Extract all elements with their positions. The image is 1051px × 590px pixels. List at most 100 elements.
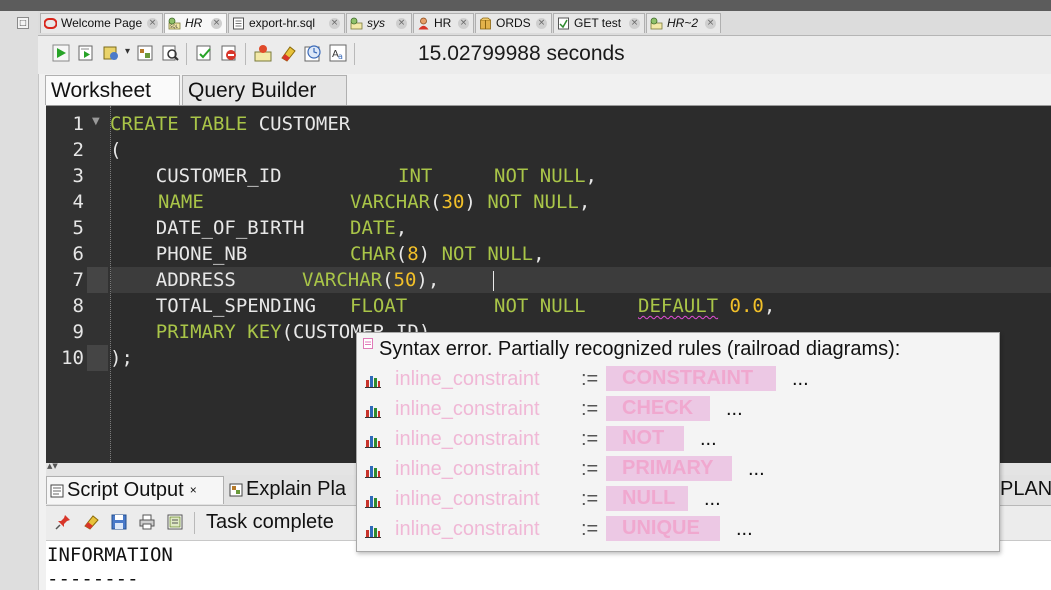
railroad-rule-row[interactable]: inline_constraint:= CONSTRAINT... [357,366,997,394]
sql-connection-icon [650,17,663,30]
railroad-rule-row[interactable]: inline_constraint:= PRIMARY... [357,456,997,484]
sql-tuning-icon[interactable] [161,44,179,62]
worksheet-toolbar: ▾ Aa 15.02799988 seconds [38,36,1051,74]
comma: , [578,191,591,213]
output-line: INFORMATION [47,544,173,566]
oracle-icon [44,18,57,29]
close-tab-icon[interactable]: × [396,18,407,29]
document-tab-bar: Welcome Page × SQL HR × export-hr.sql × … [38,11,1051,36]
number: 8 [407,243,419,265]
history-icon[interactable] [304,44,322,62]
tab-plan[interactable]: PLAN [998,476,1051,504]
tab-label: Script Output [67,479,184,501]
close-tab-icon[interactable]: × [629,18,640,29]
constraint: NOT NULL, [494,163,597,189]
run-script-icon[interactable] [77,44,95,62]
tab-sys[interactable]: sys × [346,13,412,33]
unshared-sql-icon[interactable] [254,44,272,62]
paren: ( [430,191,442,213]
run-statement-icon[interactable] [52,44,70,62]
line-number: 1 [72,113,84,135]
tab-script-output[interactable]: Script Output × [46,476,224,504]
tab-label: Welcome Page [61,16,143,30]
tab-hr[interactable]: SQL HR × [164,13,227,33]
clear-eraser-icon[interactable] [279,44,297,62]
output-file-icon[interactable] [167,514,183,530]
line-number: 7 [72,269,84,291]
tab-hr-2[interactable]: HR~2 × [646,13,721,33]
close-tab-icon[interactable]: × [458,18,469,29]
keyword: CHAR [350,243,396,265]
railroad-rule-row[interactable]: inline_constraint:= CHECK... [357,396,997,424]
keyword: VARCHAR [350,191,431,213]
code-line-2: ( [110,137,121,163]
tab-hr-user[interactable]: HR × [413,13,474,33]
clear-eraser-icon[interactable] [83,514,99,530]
elapsed-time: 15.02799988 seconds [418,42,625,65]
line-number: 6 [72,243,84,265]
column-name: ADDRESS [110,269,236,291]
column-name: CUSTOMER_ID [110,165,282,187]
column-type: DATE, [350,215,407,241]
pin-icon[interactable] [55,514,71,530]
sql-file-icon [233,17,244,30]
tab-label: HR~2 [667,16,699,30]
rollback-icon[interactable] [220,44,238,62]
splitter-arrows-icon[interactable]: ▲▼ [47,463,58,470]
tab-explain-plan[interactable]: Explain Pla [226,476,376,504]
syntax-error-keyword[interactable]: DEFAULT [638,295,718,317]
code-line-6: PHONE_NB [110,241,248,267]
error-note-icon [363,338,373,349]
close-tab-icon[interactable]: × [705,18,716,29]
railroad-rule-row[interactable]: inline_constraint:= UNIQUE... [357,516,997,544]
rule-continuation: ... [736,518,753,540]
commit-icon[interactable] [195,44,213,62]
dropdown-arrow-icon[interactable]: ▾ [125,46,130,57]
number: 0.0 [729,295,764,317]
code-line-1: CREATE TABLE CUSTOMER [110,111,350,137]
tab-query-builder[interactable]: Query Builder [182,75,347,105]
save-icon[interactable] [111,514,127,530]
close-tab-icon[interactable]: × [536,18,547,29]
line-number: 2 [72,139,84,161]
line-number: 5 [72,217,84,239]
syntax-error-popup[interactable]: Syntax error. Partially recognized rules… [356,332,1000,552]
format-icon[interactable]: Aa [329,44,347,62]
window-top-band [38,0,1051,11]
identifier: CUSTOMER [247,113,351,135]
collapse-panel-icon[interactable]: □ [17,17,29,29]
rule-token: CONSTRAINT [606,366,776,391]
default-clause: DEFAULT 0.0, [638,293,775,319]
close-tab-icon[interactable]: × [329,18,340,29]
toolbar-separator [354,43,355,65]
paren: ) [418,243,431,265]
close-tab-icon[interactable]: × [211,18,222,29]
rule-token: NOT [606,426,684,451]
rule-name: inline_constraint [395,428,540,450]
autotrace-icon[interactable] [102,44,120,62]
fold-toggle-icon[interactable]: ▼ [92,116,100,127]
code-line-5: DATE_OF_BIRTH [110,215,305,241]
line-number: 10 [61,347,84,369]
tab-get-test[interactable]: GET test × [553,13,645,33]
close-tab-icon[interactable]: × [147,18,158,29]
print-icon[interactable] [139,514,155,530]
tab-welcome-page[interactable]: Welcome Page × [40,13,163,33]
explain-plan-icon[interactable] [136,44,154,62]
tab-worksheet[interactable]: Worksheet [45,75,180,105]
paren: ( [395,243,408,265]
close-tab-icon[interactable]: × [190,483,197,497]
railroad-rule-row[interactable]: inline_constraint:= NOT... [357,426,997,454]
column-name: TOTAL_SPENDING [110,295,316,317]
column-type: INT [398,165,433,187]
tab-export-hr-sql[interactable]: export-hr.sql × [228,13,345,33]
railroad-rule-row[interactable]: inline_constraint:= NULL... [357,486,997,514]
tab-ords[interactable]: ORDS × [475,13,552,33]
rule-token: UNIQUE [606,516,720,541]
rule-continuation: ... [726,398,743,420]
rest-icon [558,17,569,30]
rule-name: inline_constraint [395,398,540,420]
paren: ); [110,347,133,369]
code-line-7: ADDRESS [110,267,236,293]
rule-assign-operator: := [581,458,599,480]
